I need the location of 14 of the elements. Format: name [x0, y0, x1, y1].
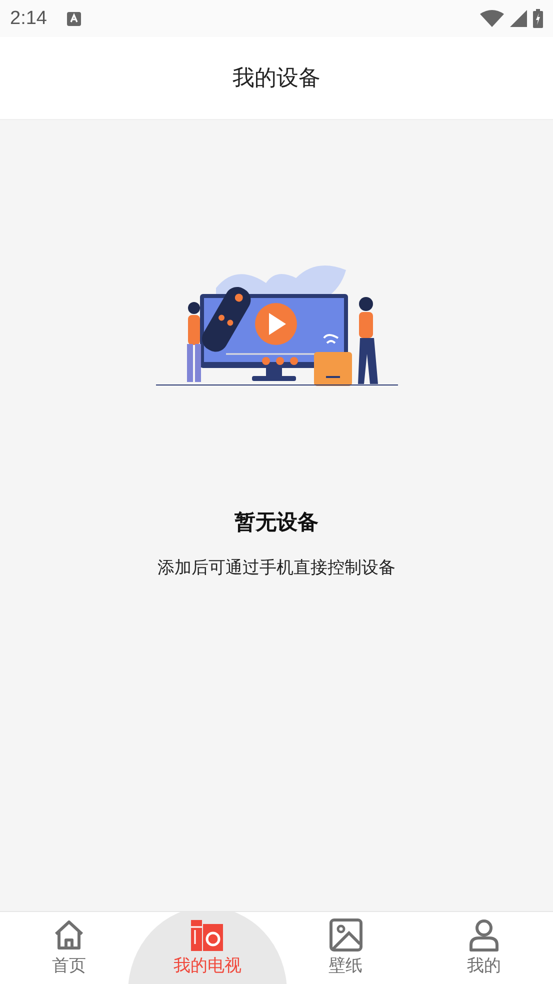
tv-icon: [190, 918, 224, 952]
nav-tab[interactable]: 壁纸: [276, 912, 415, 984]
person-icon: [466, 918, 501, 952]
page-title: 我的设备: [232, 65, 320, 93]
status-time: 2:14: [10, 8, 47, 30]
nav-tab[interactable]: 首页: [0, 912, 138, 984]
wifi-icon: [480, 10, 504, 27]
empty-state-message: 添加后可通过手机直接控制设备: [158, 557, 396, 579]
signal-icon: [510, 10, 527, 27]
image-icon: [328, 918, 363, 952]
empty-state-title: 暂无设备: [234, 509, 318, 536]
battery-icon: [533, 9, 543, 28]
nav-tab[interactable]: 我的: [414, 912, 553, 984]
notification-icon: [66, 12, 81, 26]
